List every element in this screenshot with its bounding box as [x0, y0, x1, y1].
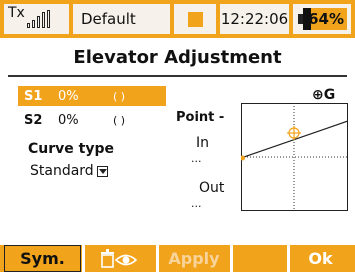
tx-signal-indicator: Tx [4, 4, 69, 34]
slider-row-s1[interactable]: S1 0% ( ) [18, 86, 166, 106]
slider-name: S1 [24, 88, 43, 104]
status-square [174, 4, 216, 34]
point-label: Point - [176, 110, 225, 125]
tx-label: Tx [8, 5, 25, 21]
point-in-value: ... [191, 152, 202, 165]
gyro-marker: ⊕G [312, 87, 336, 103]
curve-type-select[interactable]: Standard [30, 163, 108, 179]
battery-icon: 64% [298, 8, 347, 30]
battery-indicator: 64% [293, 4, 351, 34]
signal-strength-icon [26, 10, 50, 28]
slider-row-s2[interactable]: S2 0% ( ) [18, 110, 166, 130]
slider-assignment: ( ) [112, 89, 126, 103]
clock: 12:22:06 [220, 4, 289, 34]
ok-button[interactable]: Ok [290, 245, 351, 272]
status-square-icon [187, 11, 203, 27]
slider-value: 0% [58, 112, 79, 128]
curve-type-label: Curve type [28, 141, 114, 157]
model-name: Default [73, 4, 170, 34]
slider-name: S2 [24, 112, 43, 128]
dropdown-arrow-icon [96, 165, 108, 177]
point-in-label: In [196, 135, 210, 151]
curve-graph[interactable] [241, 103, 348, 211]
point-out-label: Out [199, 180, 225, 196]
battery-percent: 64% [308, 10, 344, 28]
empty-function-key[interactable] [233, 245, 286, 272]
sym-button[interactable]: Sym. [4, 245, 81, 272]
apply-button[interactable]: Apply [159, 245, 229, 272]
trim-eye-icon [101, 248, 138, 268]
slider-assignment: ( ) [112, 113, 126, 127]
title-divider [8, 75, 347, 77]
page-title: Elevator Adjustment [73, 47, 282, 68]
curve-type-value: Standard [30, 163, 94, 179]
trim-view-button[interactable] [85, 245, 155, 272]
point-out-value: ... [191, 197, 202, 210]
slider-value: 0% [58, 88, 79, 104]
